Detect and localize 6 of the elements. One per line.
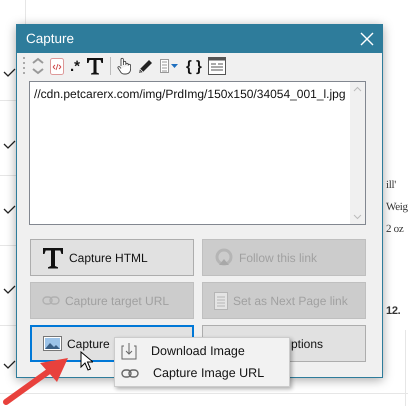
background-text: ill': [386, 178, 396, 193]
background-text: 12.: [386, 304, 400, 319]
window-title: Capture: [26, 30, 74, 48]
background-text: 2 oz: [386, 222, 404, 237]
url-text: //cdn.petcarerx.com/img/PrdImg/150x150/34054_001_l.jpg: [33, 86, 347, 103]
background-text: Weig: [386, 200, 408, 215]
